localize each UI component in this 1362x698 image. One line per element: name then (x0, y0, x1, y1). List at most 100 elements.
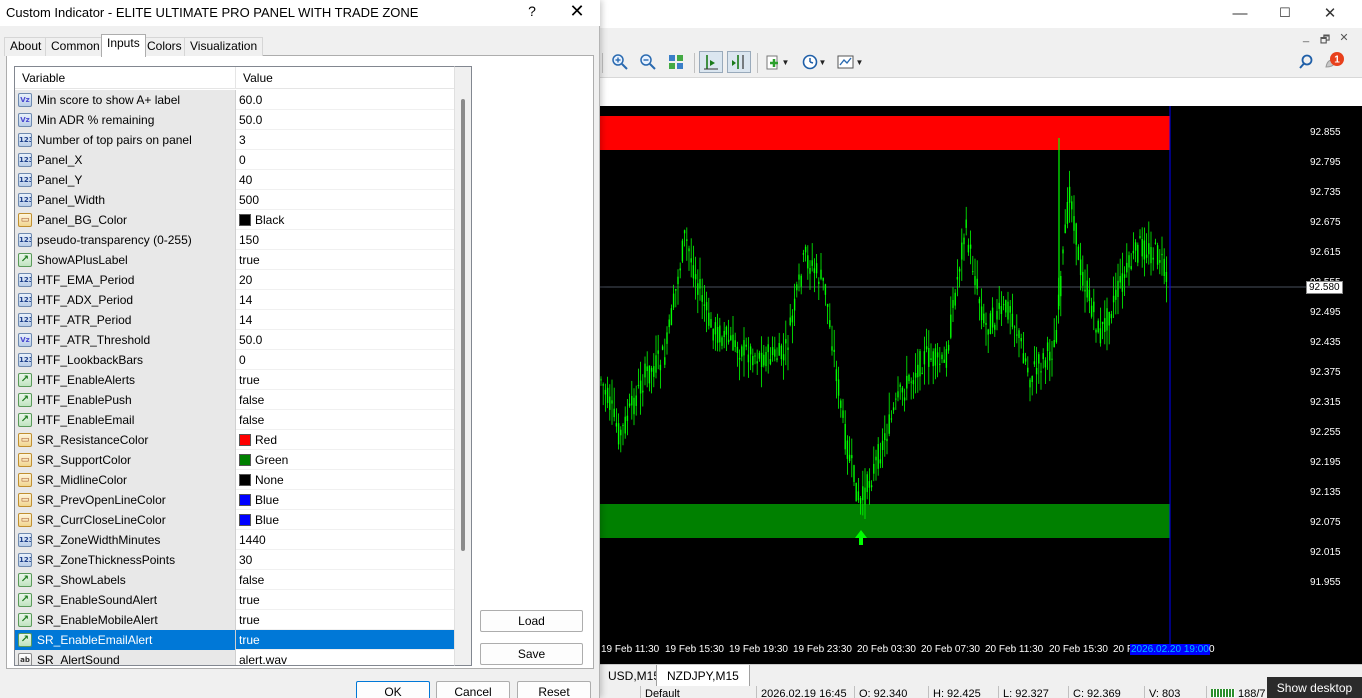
input-value-cell[interactable]: Blue (235, 490, 455, 510)
input-value-cell[interactable]: 40 (235, 170, 455, 190)
input-value-cell[interactable]: false (235, 410, 455, 430)
input-row[interactable]: ↗ HTF_EnableAlerts true (15, 370, 455, 390)
input-row[interactable]: ↗ HTF_EnableEmail false (15, 410, 455, 430)
input-name-cell[interactable]: Vz HTF_ATR_Threshold (15, 330, 235, 350)
save-button[interactable]: Save (480, 643, 583, 665)
tab-colors[interactable]: Colors (141, 37, 188, 56)
input-row[interactable]: ↗ ShowAPlusLabel true (15, 250, 455, 270)
input-row[interactable]: 123 Number of top pairs on panel 3 (15, 130, 455, 150)
input-row[interactable]: ab SR_AlertSound alert.wav (15, 650, 455, 665)
input-row[interactable]: 123 HTF_ADX_Period 14 (15, 290, 455, 310)
input-row[interactable]: ↗ SR_EnableEmailAlert true (15, 630, 455, 650)
input-name-cell[interactable]: ↗ SR_EnableMobileAlert (15, 610, 235, 630)
input-value-cell[interactable]: 0 (235, 150, 455, 170)
input-row[interactable]: 123 SR_ZoneThicknessPoints 30 (15, 550, 455, 570)
input-name-cell[interactable]: ▭ SR_MidlineColor (15, 470, 235, 490)
input-name-cell[interactable]: 123 HTF_EMA_Period (15, 270, 235, 290)
auto-scroll-icon[interactable] (727, 51, 751, 73)
input-value-cell[interactable]: 150 (235, 230, 455, 250)
input-name-cell[interactable]: ↗ HTF_EnableEmail (15, 410, 235, 430)
input-value-cell[interactable]: Red (235, 430, 455, 450)
search-icon[interactable] (1294, 51, 1318, 73)
input-name-cell[interactable]: ↗ ShowAPlusLabel (15, 250, 235, 270)
mdi-minimize-button[interactable]: _ (1298, 31, 1314, 45)
input-value-cell[interactable]: 14 (235, 310, 455, 330)
chart-shift-icon[interactable] (699, 51, 723, 73)
tab-visualization[interactable]: Visualization (184, 37, 264, 56)
input-name-cell[interactable]: ▭ SR_SupportColor (15, 450, 235, 470)
input-row[interactable]: 123 HTF_EMA_Period 20 (15, 270, 455, 290)
help-button[interactable]: ? (520, 3, 544, 23)
input-row[interactable]: ▭ SR_MidlineColor None (15, 470, 455, 490)
price-chart[interactable] (600, 106, 1306, 644)
input-row[interactable]: ▭ SR_ResistanceColor Red (15, 430, 455, 450)
input-row[interactable]: ▭ SR_SupportColor Green (15, 450, 455, 470)
input-value-cell[interactable]: 0 (235, 350, 455, 370)
input-row[interactable]: 123 HTF_ATR_Period 14 (15, 310, 455, 330)
mdi-close-button[interactable]: ✕ (1336, 31, 1352, 45)
reset-button[interactable]: Reset (517, 681, 591, 698)
input-value-cell[interactable]: true (235, 250, 455, 270)
chart-tab-nzdjpy-m15[interactable]: NZDJPY,M15 (656, 665, 750, 687)
input-value-cell[interactable]: false (235, 570, 455, 590)
input-name-cell[interactable]: 123 HTF_ATR_Period (15, 310, 235, 330)
zoom-out-icon[interactable] (636, 51, 660, 73)
input-name-cell[interactable]: 123 HTF_LookbackBars (15, 350, 235, 370)
scrollbar-thumb[interactable] (461, 99, 465, 551)
input-name-cell[interactable]: ↗ HTF_EnableAlerts (15, 370, 235, 390)
input-name-cell[interactable]: Vz Min score to show A+ label (15, 90, 235, 110)
input-name-cell[interactable]: 123 SR_ZoneWidthMinutes (15, 530, 235, 550)
input-row[interactable]: 123 SR_ZoneWidthMinutes 1440 (15, 530, 455, 550)
cancel-button[interactable]: Cancel (436, 681, 510, 698)
terminal-close-button[interactable]: ✕ (1307, 0, 1353, 26)
tab-common[interactable]: Common (45, 37, 106, 56)
input-name-cell[interactable]: 123 Panel_Y (15, 170, 235, 190)
input-row[interactable]: Vz HTF_ATR_Threshold 50.0 (15, 330, 455, 350)
input-value-cell[interactable]: true (235, 590, 455, 610)
input-row[interactable]: ↗ SR_ShowLabels false (15, 570, 455, 590)
input-row[interactable]: ↗ HTF_EnablePush false (15, 390, 455, 410)
input-row[interactable]: ▭ SR_PrevOpenLineColor Blue (15, 490, 455, 510)
tab-about[interactable]: About (4, 37, 48, 56)
input-name-cell[interactable]: ▭ SR_CurrCloseLineColor (15, 510, 235, 530)
grid-scrollbar[interactable] (454, 66, 472, 666)
input-row[interactable]: 123 HTF_LookbackBars 0 (15, 350, 455, 370)
input-value-cell[interactable]: Black (235, 210, 455, 230)
input-name-cell[interactable]: 123 SR_ZoneThicknessPoints (15, 550, 235, 570)
column-header-variable[interactable]: Variable (15, 67, 235, 89)
templates-dropdown-icon[interactable]: ▼ (834, 51, 866, 73)
input-value-cell[interactable]: alert.wav (235, 650, 455, 665)
input-row[interactable]: ↗ SR_EnableMobileAlert true (15, 610, 455, 630)
tab-inputs[interactable]: Inputs (101, 34, 146, 57)
input-row[interactable]: ▭ SR_CurrCloseLineColor Blue (15, 510, 455, 530)
indicators-dropdown-icon[interactable]: ▼ (762, 51, 792, 73)
input-name-cell[interactable]: ↗ SR_EnableSoundAlert (15, 590, 235, 610)
input-value-cell[interactable]: 60.0 (235, 90, 455, 110)
input-value-cell[interactable]: true (235, 630, 455, 650)
input-name-cell[interactable]: 123 Panel_Width (15, 190, 235, 210)
input-name-cell[interactable]: ↗ SR_ShowLabels (15, 570, 235, 590)
input-value-cell[interactable]: true (235, 370, 455, 390)
input-row[interactable]: 123 pseudo-transparency (0-255) 150 (15, 230, 455, 250)
input-value-cell[interactable]: 20 (235, 270, 455, 290)
input-name-cell[interactable]: ↗ HTF_EnablePush (15, 390, 235, 410)
input-value-cell[interactable]: 30 (235, 550, 455, 570)
input-value-cell[interactable]: 50.0 (235, 330, 455, 350)
notifications-icon[interactable]: 1 (1322, 51, 1346, 73)
input-name-cell[interactable]: 123 HTF_ADX_Period (15, 290, 235, 310)
input-value-cell[interactable]: 50.0 (235, 110, 455, 130)
zoom-in-icon[interactable] (608, 51, 632, 73)
column-header-value[interactable]: Value (235, 67, 455, 89)
input-row[interactable]: 123 Panel_Width 500 (15, 190, 455, 210)
input-value-cell[interactable]: Green (235, 450, 455, 470)
input-name-cell[interactable]: ▭ SR_ResistanceColor (15, 430, 235, 450)
input-name-cell[interactable]: 123 Panel_X (15, 150, 235, 170)
tile-windows-icon[interactable] (664, 51, 688, 73)
mdi-restore-button[interactable]: 🗗 (1317, 31, 1333, 46)
input-row[interactable]: Vz Min score to show A+ label 60.0 (15, 90, 455, 110)
input-name-cell[interactable]: ab SR_AlertSound (15, 650, 235, 665)
input-value-cell[interactable]: None (235, 470, 455, 490)
input-name-cell[interactable]: Vz Min ADR % remaining (15, 110, 235, 130)
input-value-cell[interactable]: true (235, 610, 455, 630)
ok-button[interactable]: OK (356, 681, 430, 698)
